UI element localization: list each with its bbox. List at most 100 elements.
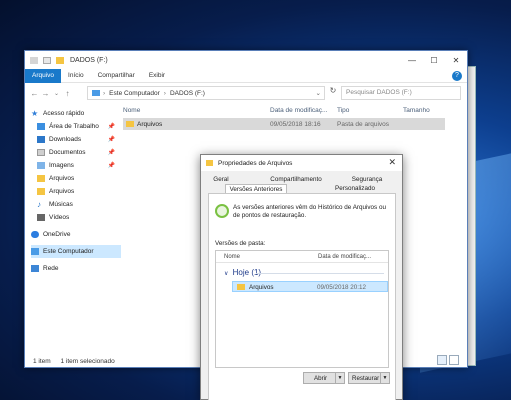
- status-bar: 1 item 1 item selecionado: [33, 358, 115, 365]
- nav-label: Vídeos: [49, 214, 70, 221]
- quick-access-toolbar-icon[interactable]: [30, 56, 38, 64]
- download-icon: [37, 136, 45, 143]
- tab-seguranca[interactable]: Segurança: [347, 176, 387, 183]
- column-type[interactable]: Tipo: [337, 107, 349, 114]
- nav-item-onedrive[interactable]: OneDrive: [31, 228, 121, 241]
- tab-geral[interactable]: Geral: [208, 176, 234, 183]
- folder-icon: [237, 284, 245, 290]
- minimize-button[interactable]: —: [401, 51, 423, 69]
- nav-label: Arquivos: [49, 175, 75, 182]
- file-date: 09/05/2018 18:16: [270, 120, 321, 128]
- back-arrow-icon[interactable]: ←: [29, 89, 40, 98]
- details-view-icon[interactable]: [437, 355, 447, 365]
- restore-dropdown-icon[interactable]: ▼: [380, 373, 389, 383]
- table-row[interactable]: Arquivos 09/05/2018 18:16 Pasta de arqui…: [123, 118, 445, 130]
- nav-item-downloads[interactable]: Downloads 📌: [31, 133, 121, 146]
- nav-item-arquivos-2[interactable]: Arquivos: [31, 185, 121, 198]
- close-button[interactable]: ✕: [445, 51, 467, 69]
- chevron-down-icon: ∨: [224, 271, 229, 277]
- nav-item-desktop[interactable]: Área de Trabalho 📌: [31, 120, 121, 133]
- pin-icon: 📌: [107, 137, 115, 143]
- address-bar[interactable]: › Este Computador › DADOS (F:) ⌄: [87, 86, 325, 100]
- help-icon[interactable]: ?: [452, 71, 462, 81]
- maximize-button[interactable]: ☐: [423, 51, 445, 69]
- dialog-title: Propriedades de Arquivos: [218, 159, 293, 167]
- versions-label: Versões de pasta:: [215, 240, 266, 247]
- desktop-icon: [37, 123, 45, 130]
- column-date[interactable]: Data de modificaç...: [318, 254, 371, 260]
- computer-icon: [31, 248, 39, 255]
- recent-locations-icon[interactable]: ⌄: [51, 90, 62, 97]
- address-row: ← → ⌄ ↑ › Este Computador › DADOS (F:) ⌄…: [25, 83, 467, 103]
- videos-icon: [37, 214, 45, 221]
- nav-label: Arquivos: [49, 188, 75, 195]
- computer-icon: [92, 90, 100, 96]
- tab-personalizado[interactable]: Personalizado: [327, 185, 383, 192]
- version-row[interactable]: Arquivos 09/05/2018 20:12: [232, 281, 388, 292]
- nav-item-quick-access[interactable]: ★ Acesso rápido: [31, 107, 121, 120]
- breadcrumb-drive[interactable]: DADOS (F:): [170, 90, 205, 97]
- navigation-pane: ★ Acesso rápido Área de Trabalho 📌 Downloa…: [31, 107, 121, 347]
- music-icon: ♪: [37, 200, 41, 209]
- restore-button[interactable]: Restaurar ▼: [348, 372, 390, 384]
- nav-label: Este Computador: [43, 248, 94, 255]
- properties-dialog: Propriedades de Arquivos ✕ Geral Compart…: [200, 154, 403, 400]
- nav-item-arquivos[interactable]: Arquivos: [31, 172, 121, 185]
- dialog-title-bar: Propriedades de Arquivos ✕: [201, 155, 402, 171]
- nav-label: Acesso rápido: [43, 110, 85, 117]
- tab-exibir[interactable]: Exibir: [142, 69, 172, 83]
- folder-icon: [37, 188, 45, 195]
- file-type: Pasta de arquivos: [337, 120, 390, 128]
- column-date[interactable]: Data de modificaç...: [270, 107, 327, 114]
- ribbon-tabs: Arquivo Início Compartilhar Exibir ?: [25, 68, 467, 83]
- restore-label: Restaurar: [352, 374, 380, 382]
- column-size[interactable]: Tamanho: [403, 107, 430, 114]
- file-name: Arquivos: [137, 120, 163, 128]
- nav-item-this-pc[interactable]: Este Computador: [31, 245, 121, 258]
- tab-versoes-anteriores[interactable]: Versões Anteriores: [225, 184, 287, 193]
- version-name: Arquivos: [249, 284, 274, 291]
- selection-count: 1 item selecionado: [60, 358, 115, 365]
- star-icon: ★: [31, 109, 39, 118]
- pin-icon: 📌: [107, 163, 115, 169]
- tab-arquivo[interactable]: Arquivo: [25, 68, 62, 83]
- forward-arrow-icon[interactable]: →: [40, 89, 51, 98]
- versions-panel: As versões anteriores vêm do Histórico d…: [208, 193, 396, 400]
- properties-icon[interactable]: [43, 56, 51, 64]
- network-icon: [31, 265, 39, 272]
- open-dropdown-icon[interactable]: ▼: [335, 373, 344, 383]
- nav-item-images[interactable]: Imagens 📌: [31, 159, 121, 172]
- open-button[interactable]: Abrir ▼: [303, 372, 345, 384]
- refresh-icon[interactable]: ↻: [327, 86, 339, 100]
- nav-item-music[interactable]: ♪ Músicas: [31, 198, 121, 211]
- column-name[interactable]: Nome: [224, 254, 240, 260]
- address-dropdown-icon[interactable]: ⌄: [316, 89, 321, 97]
- search-input[interactable]: Pesquisar DADOS (F:): [341, 86, 461, 100]
- nav-label: Área de Trabalho: [49, 123, 99, 130]
- breadcrumb-computer[interactable]: Este Computador: [109, 90, 160, 97]
- close-icon[interactable]: ✕: [388, 157, 396, 168]
- nav-item-network[interactable]: Rede: [31, 262, 121, 275]
- nav-item-videos[interactable]: Vídeos: [31, 211, 121, 224]
- group-divider: [256, 273, 384, 274]
- nav-label: Imagens: [49, 162, 74, 169]
- up-arrow-icon[interactable]: ↑: [62, 89, 73, 98]
- column-name[interactable]: Nome: [123, 107, 140, 114]
- pin-icon: 📌: [107, 124, 115, 130]
- tab-inicio[interactable]: Início: [61, 69, 91, 83]
- open-label: Abrir: [314, 374, 328, 382]
- nav-label: Rede: [43, 265, 59, 272]
- version-date: 09/05/2018 20:12: [317, 284, 367, 291]
- nav-item-documents[interactable]: Documentos 📌: [31, 146, 121, 159]
- breadcrumb-sep-icon: ›: [103, 89, 106, 97]
- pin-icon: 📌: [107, 150, 115, 156]
- folder-icon: [56, 56, 64, 64]
- column-headers: Nome Data de modificaç... Tipo Tamanho: [123, 103, 467, 117]
- tab-compartilhamento[interactable]: Compartilhamento: [261, 176, 331, 183]
- item-count: 1 item: [33, 358, 51, 365]
- images-icon: [37, 162, 45, 169]
- tab-compartilhar[interactable]: Compartilhar: [91, 69, 142, 83]
- history-icon: [215, 204, 229, 218]
- large-icons-view-icon[interactable]: [449, 355, 459, 365]
- cloud-icon: [31, 231, 39, 238]
